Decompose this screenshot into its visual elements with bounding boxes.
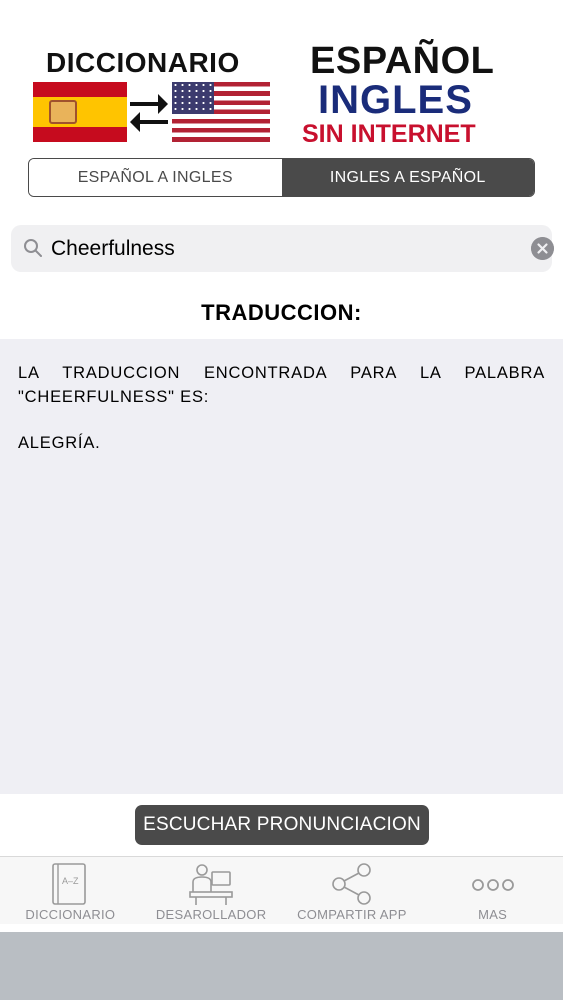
svg-text:A–Z: A–Z	[62, 876, 79, 886]
spain-crest-icon	[49, 100, 77, 124]
tab-mas-label: MAS	[478, 907, 508, 922]
translation-title: TRADUCCION:	[201, 300, 362, 325]
translation-description-line2: "CHEERFULNESS" ES:	[18, 388, 210, 406]
translation-description-line1: LA TRADUCCION ENCONTRADA PARA LA PALABRA	[18, 364, 545, 382]
translation-result-panel: LA TRADUCCION ENCONTRADA PARA LA PALABRA…	[0, 339, 563, 794]
developer-icon	[189, 863, 233, 905]
translation-result-word: ALEGRÍA.	[18, 434, 101, 452]
language-direction-selector: ESPAÑOL A INGLES INGLES A ESPAÑOL	[28, 158, 535, 197]
segment-ingles-a-espanol[interactable]: INGLES A ESPAÑOL	[281, 159, 534, 196]
spain-flag-icon	[33, 82, 127, 142]
logo-sin-internet-text: SIN INTERNET	[302, 120, 476, 148]
tab-compartir-app[interactable]: COMPARTIR APP	[282, 857, 423, 924]
bottom-system-bar	[0, 932, 563, 1000]
tab-diccionario[interactable]: A–Z DICCIONARIO	[0, 857, 141, 924]
swap-arrows-icon	[130, 94, 168, 132]
tab-desarollador-label: DESAROLLADOR	[155, 907, 267, 922]
logo-ingles-text: INGLES	[318, 78, 473, 122]
search-bar	[11, 225, 554, 272]
listen-pronunciation-button[interactable]: ESCUCHAR PRONUNCIACION	[135, 805, 429, 845]
tab-mas[interactable]: MAS	[422, 857, 563, 924]
tab-desarollador[interactable]: DESAROLLADOR	[141, 857, 282, 924]
logo-dictionary-title: DICCIONARIO	[46, 47, 240, 78]
tab-compartir-app-label: COMPARTIR APP	[297, 907, 407, 922]
search-icon	[24, 239, 42, 257]
dictionary-book-icon: A–Z	[52, 862, 87, 905]
tab-diccionario-label: DICCIONARIO	[25, 907, 116, 922]
tab-bar: A–Z DICCIONARIO DESAROLLADOR COMPARTIR A…	[0, 856, 563, 924]
clear-icon[interactable]	[531, 237, 554, 260]
app-logo: DICCIONARIO ESPAÑOL INGLES SIN INTERNET	[0, 0, 563, 155]
segment-espanol-a-ingles[interactable]: ESPAÑOL A INGLES	[29, 159, 282, 196]
logo-espanol-text: ESPAÑOL	[310, 40, 495, 82]
more-dots-icon	[471, 878, 514, 891]
usa-flag-canton	[172, 82, 214, 114]
share-icon	[332, 862, 371, 905]
usa-flag-icon	[172, 82, 270, 142]
search-input[interactable]	[51, 232, 511, 265]
